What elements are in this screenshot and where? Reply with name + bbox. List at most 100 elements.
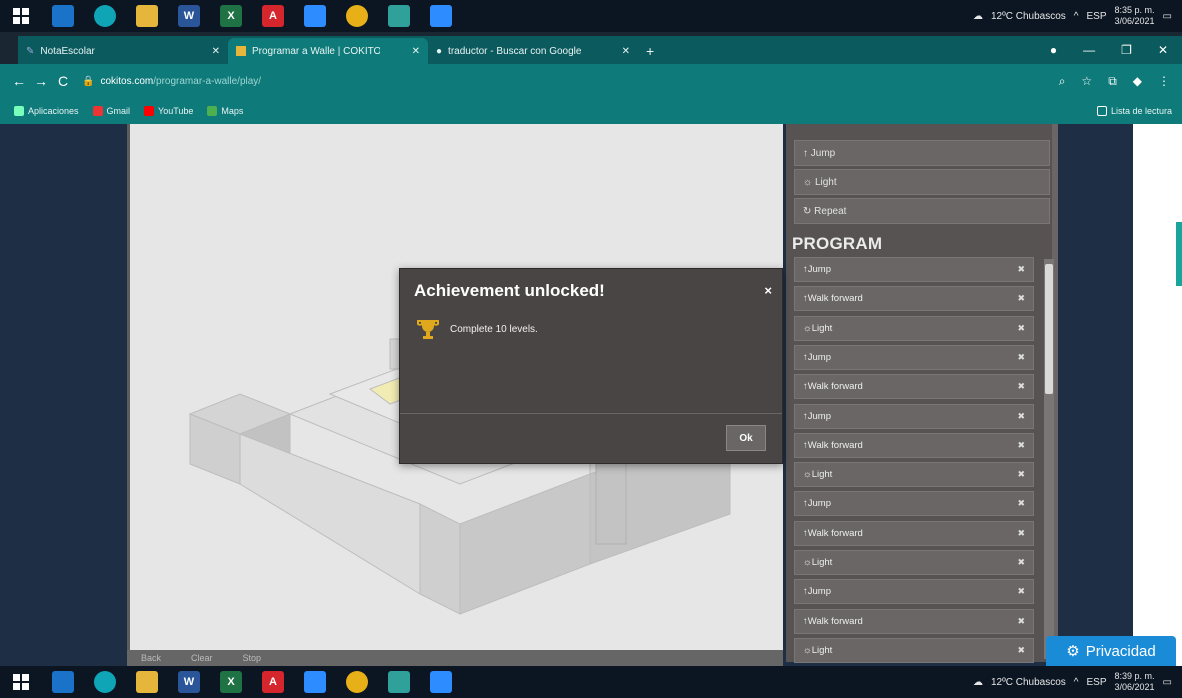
program-item[interactable]: ↑ Jump ✖ xyxy=(794,344,1034,370)
command-jump[interactable]: ↑ Jump xyxy=(794,140,1050,166)
remove-item-icon[interactable]: ✖ xyxy=(1017,645,1025,656)
ok-button[interactable]: Ok xyxy=(726,425,766,451)
profile-icon[interactable]: ◆ xyxy=(1133,74,1142,89)
remove-item-icon[interactable]: ✖ xyxy=(1017,557,1025,568)
menu-icon[interactable]: ⋮ xyxy=(1158,74,1170,89)
acrobat-icon[interactable]: A xyxy=(262,671,284,693)
zoom-icon[interactable] xyxy=(304,671,326,693)
program-item-label: Light xyxy=(811,557,833,568)
app-icon[interactable] xyxy=(388,671,410,693)
remove-item-icon[interactable]: ✖ xyxy=(1017,352,1025,363)
tray-chevron-icon[interactable]: ^ xyxy=(1074,11,1079,22)
dialog-message: Complete 10 levels. xyxy=(450,323,538,335)
dialog-divider xyxy=(400,413,782,414)
back-control[interactable]: Back xyxy=(141,653,161,663)
tab-programar-walle[interactable]: Programar a Walle | COKITO ✕ xyxy=(228,38,428,64)
notification-icon[interactable]: ▭ xyxy=(1163,11,1172,22)
command-repeat[interactable]: ↻ Repeat xyxy=(794,198,1050,224)
program-scroll-thumb[interactable] xyxy=(1045,264,1053,394)
program-item[interactable]: ↑ Jump ✖ xyxy=(794,491,1034,517)
program-item[interactable]: ☼ Light ✖ xyxy=(794,637,1034,663)
remove-item-icon[interactable]: ✖ xyxy=(1017,616,1025,627)
close-icon[interactable]: × xyxy=(764,283,772,298)
program-item[interactable]: ↑ Walk forward ✖ xyxy=(794,374,1034,400)
weather-text: 12ºC Chubascos xyxy=(990,10,1066,22)
remove-item-icon[interactable]: ✖ xyxy=(1017,586,1025,597)
bookmark-maps[interactable]: Maps xyxy=(207,106,243,116)
zoom-meeting-icon[interactable] xyxy=(430,671,452,693)
forward-arrow-icon[interactable]: → xyxy=(30,73,52,89)
remove-item-icon[interactable]: ✖ xyxy=(1017,323,1025,334)
acrobat-icon[interactable]: A xyxy=(262,5,284,27)
program-item[interactable]: ↑ Walk forward ✖ xyxy=(794,608,1034,634)
close-icon[interactable]: ✕ xyxy=(622,46,630,57)
excel-icon[interactable]: X xyxy=(220,671,242,693)
file-explorer-icon[interactable] xyxy=(136,5,158,27)
remove-item-icon[interactable]: ✖ xyxy=(1017,411,1025,422)
close-icon[interactable]: ✕ xyxy=(412,46,420,57)
search-icon[interactable]: ⌕ xyxy=(1059,74,1066,89)
minimize-icon[interactable]: — xyxy=(1083,43,1095,57)
mail-icon[interactable] xyxy=(52,671,74,693)
remove-item-icon[interactable]: ✖ xyxy=(1017,498,1025,509)
notification-icon[interactable]: ▭ xyxy=(1163,677,1172,688)
program-item[interactable]: ↑ Walk forward ✖ xyxy=(794,520,1034,546)
reading-list[interactable]: Lista de lectura xyxy=(1096,106,1182,116)
close-icon[interactable]: ✕ xyxy=(212,46,220,57)
program-item[interactable]: ☼ Light ✖ xyxy=(794,462,1034,488)
windows-start-icon[interactable] xyxy=(10,5,32,27)
remove-item-icon[interactable]: ✖ xyxy=(1017,440,1025,451)
zoom-meeting-icon[interactable] xyxy=(430,5,452,27)
zoom-icon[interactable] xyxy=(304,5,326,27)
clock[interactable]: 8:39 p. m. 3/06/2021 xyxy=(1115,671,1155,693)
command-light[interactable]: ☼ Light xyxy=(794,169,1050,195)
program-item[interactable]: ↑ Walk forward ✖ xyxy=(794,432,1034,458)
chrome-icon[interactable] xyxy=(346,5,368,27)
address-bar[interactable]: 🔒 cokitos.com/programar-a-walle/play/ xyxy=(82,76,1059,87)
remove-item-icon[interactable]: ✖ xyxy=(1017,469,1025,480)
program-item[interactable]: ↑ Walk forward ✖ xyxy=(794,286,1034,312)
chrome-icon[interactable] xyxy=(346,671,368,693)
lang-label[interactable]: ESP xyxy=(1086,677,1106,688)
new-tab-button[interactable]: + xyxy=(638,38,662,64)
program-item[interactable]: ↑ Jump ✖ xyxy=(794,579,1034,605)
star-icon[interactable]: ☆ xyxy=(1081,74,1092,89)
edge-icon[interactable] xyxy=(94,5,116,27)
tab-traductor[interactable]: ● traductor - Buscar con Google ✕ xyxy=(428,38,638,64)
word-icon[interactable]: W xyxy=(178,671,200,693)
word-icon[interactable]: W xyxy=(178,5,200,27)
restore-icon[interactable]: ❐ xyxy=(1121,43,1132,57)
tray-chevron-icon[interactable]: ^ xyxy=(1074,677,1079,688)
back-arrow-icon[interactable]: ← xyxy=(8,73,30,89)
record-icon[interactable]: ● xyxy=(1050,43,1057,57)
bookmark-apps[interactable]: Aplicaciones xyxy=(14,106,79,116)
program-item[interactable]: ☼ Light ✖ xyxy=(794,550,1034,575)
side-accent-tab[interactable] xyxy=(1176,222,1182,286)
program-item[interactable]: ↑ Jump ✖ xyxy=(794,257,1034,282)
windows-start-icon[interactable] xyxy=(10,671,32,693)
url-host: cokitos.com xyxy=(100,75,154,87)
bookmark-youtube[interactable]: YouTube xyxy=(144,106,193,116)
remove-item-icon[interactable]: ✖ xyxy=(1017,381,1025,392)
remove-item-icon[interactable]: ✖ xyxy=(1017,528,1025,539)
remove-item-icon[interactable]: ✖ xyxy=(1017,264,1025,275)
bookmark-gmail[interactable]: Gmail xyxy=(92,106,130,116)
program-item[interactable]: ☼ Light ✖ xyxy=(794,315,1034,341)
excel-icon[interactable]: X xyxy=(220,5,242,27)
lang-label[interactable]: ESP xyxy=(1086,11,1106,22)
mail-icon[interactable] xyxy=(52,5,74,27)
stop-control[interactable]: Stop xyxy=(243,653,262,663)
reading-list-icon xyxy=(1096,106,1107,116)
extensions-icon[interactable]: ⧉ xyxy=(1108,74,1117,89)
window-close-icon[interactable]: ✕ xyxy=(1158,43,1168,57)
program-item[interactable]: ↑ Jump ✖ xyxy=(794,403,1034,429)
app-icon[interactable] xyxy=(388,5,410,27)
privacy-button[interactable]: ⚙ Privacidad xyxy=(1046,636,1176,666)
clock[interactable]: 8:35 p. m. 3/06/2021 xyxy=(1115,5,1155,27)
remove-item-icon[interactable]: ✖ xyxy=(1017,293,1025,304)
clear-control[interactable]: Clear xyxy=(191,653,213,663)
edge-icon[interactable] xyxy=(94,671,116,693)
tab-notaescolar[interactable]: ✎ NotaEscolar ✕ xyxy=(18,38,228,64)
reload-icon[interactable]: C xyxy=(52,73,74,89)
file-explorer-icon[interactable] xyxy=(136,671,158,693)
